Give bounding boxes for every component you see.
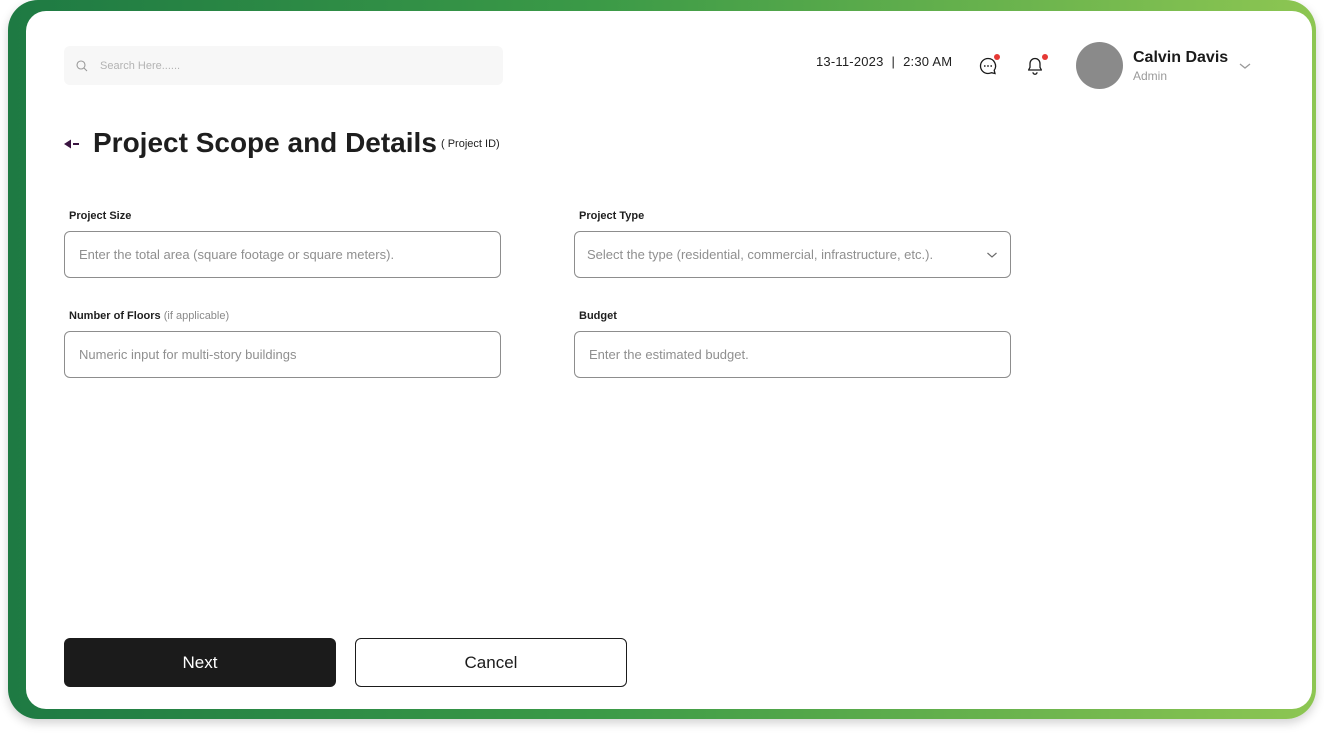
next-button[interactable]: Next: [64, 638, 336, 687]
date-time: 13-11-2023 | 2:30 AM: [816, 54, 952, 69]
chevron-down-icon[interactable]: [1238, 61, 1252, 71]
alert-notification-dot: [1042, 54, 1048, 60]
floors-label-hint: (if applicable): [163, 310, 230, 322]
search-input[interactable]: [98, 58, 482, 73]
budget-label: Budget: [579, 310, 617, 322]
bell-icon: [1027, 57, 1043, 75]
budget-field[interactable]: [574, 331, 1011, 378]
floors-input[interactable]: [77, 346, 481, 363]
chevron-down-icon: [987, 252, 997, 258]
budget-input[interactable]: [587, 346, 991, 363]
avatar[interactable]: [1076, 42, 1123, 89]
user-name: Calvin Davis: [1133, 49, 1229, 66]
user-role: Admin: [1133, 69, 1168, 83]
project-type-label: Project Type: [579, 210, 644, 222]
project-id-label: ( Project ID): [441, 138, 500, 150]
project-type-placeholder: Select the type (residential, commercial…: [587, 247, 934, 262]
search-bar[interactable]: [64, 46, 503, 85]
budget-label-text: Budget: [579, 310, 617, 322]
project-type-label-text: Project Type: [579, 210, 645, 222]
main-card: 13-11-2023 | 2:30 AM Calvin Davis Admin: [26, 11, 1312, 709]
project-size-input[interactable]: [77, 246, 481, 263]
app-frame: 13-11-2023 | 2:30 AM Calvin Davis Admin: [8, 0, 1316, 719]
project-type-select[interactable]: Select the type (residential, commercial…: [574, 231, 1011, 278]
floors-label-text: Number of Floors: [69, 310, 161, 322]
floors-field[interactable]: [64, 331, 501, 378]
messages-button[interactable]: [978, 54, 1000, 76]
search-icon: [76, 59, 88, 72]
project-size-field[interactable]: [64, 231, 501, 278]
project-size-label-text: Project Size: [69, 210, 132, 222]
project-size-label: Project Size: [69, 210, 131, 222]
message-notification-dot: [994, 54, 1000, 60]
date-text: 13-11-2023: [816, 54, 884, 69]
page-title: Project Scope and Details: [93, 127, 437, 158]
back-arrow-icon[interactable]: [64, 138, 80, 150]
floors-label: Number of Floors (if applicable): [69, 310, 229, 322]
time-text: 2:30 AM: [903, 54, 953, 69]
date-time-separator: |: [891, 54, 896, 69]
cancel-button[interactable]: Cancel: [355, 638, 627, 687]
notifications-button[interactable]: [1026, 54, 1048, 76]
